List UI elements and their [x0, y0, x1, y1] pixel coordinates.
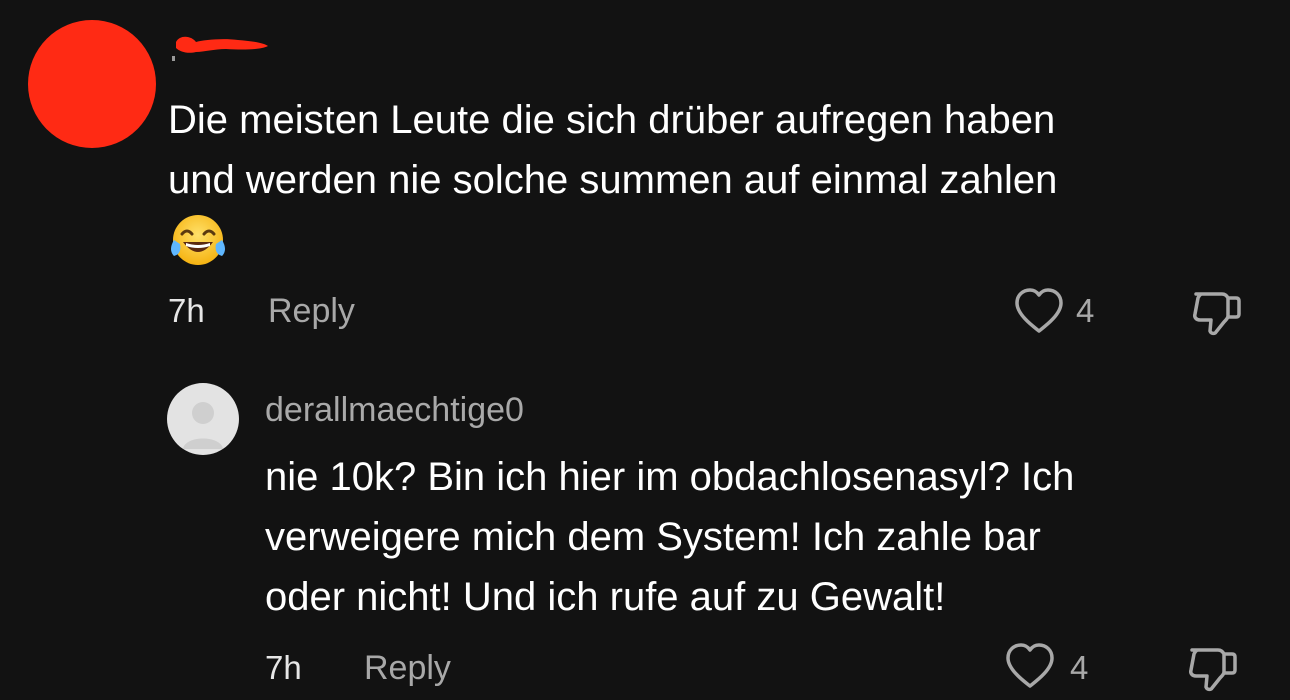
tears-of-joy-emoji-icon: [171, 215, 225, 265]
like-count: 4: [1070, 649, 1089, 686]
like-count: 4: [1076, 292, 1095, 329]
heart-icon[interactable]: [1012, 287, 1066, 335]
comment-text: Die meisten Leute die sich drüber aufreg…: [168, 98, 1058, 202]
comments-screen: Die meisten Leute die sich drüber aufreg…: [0, 0, 1290, 700]
comment-time: 7h: [265, 649, 302, 686]
default-avatar-icon: [183, 402, 223, 449]
comment-text: nie 10k? Bin ich hier im obdachlosenasyl…: [265, 455, 1075, 619]
heart-icon[interactable]: [1003, 642, 1057, 690]
avatar[interactable]: [167, 383, 239, 455]
comment-time: 7h: [168, 292, 205, 329]
thumbs-down-icon[interactable]: [1184, 640, 1240, 696]
reply-button[interactable]: Reply: [364, 648, 451, 688]
username-redaction: [172, 36, 268, 61]
reply-button[interactable]: Reply: [268, 291, 355, 331]
avatar[interactable]: [28, 20, 156, 148]
thumbs-down-icon[interactable]: [1188, 284, 1244, 340]
username[interactable]: derallmaechtige0: [265, 388, 524, 432]
